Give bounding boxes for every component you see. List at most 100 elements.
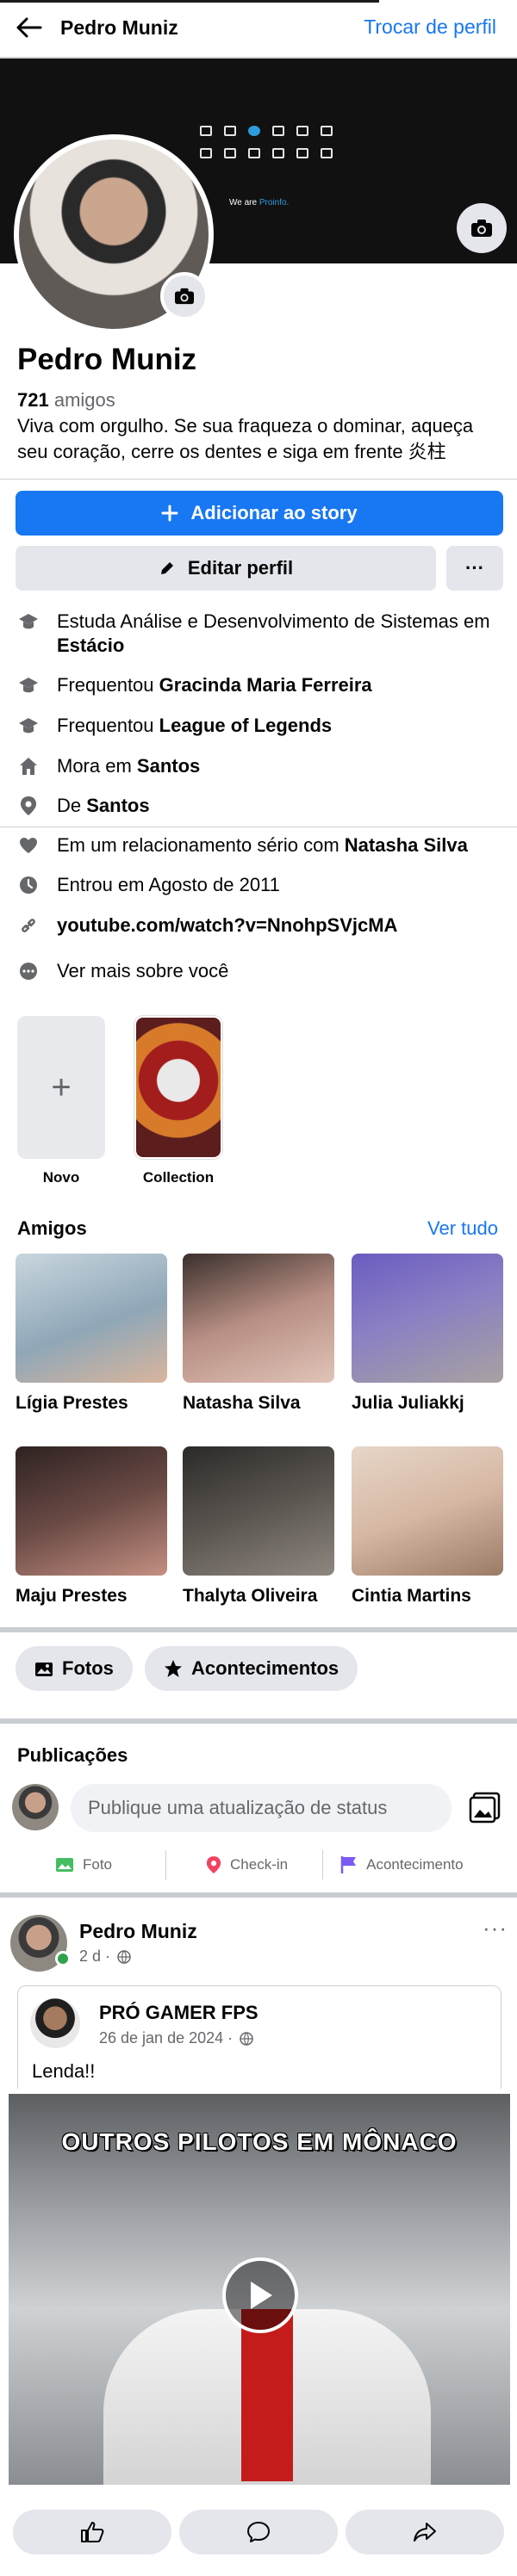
flag-icon <box>340 1856 357 1873</box>
shared-author[interactable]: PRÓ GAMER FPS <box>99 2002 258 2024</box>
checkin-action[interactable]: Check-in <box>206 1855 288 1874</box>
shared-post[interactable]: PRÓ GAMER FPS 26 de jan de 2024 · Lenda!… <box>17 1985 501 2089</box>
share-button[interactable] <box>346 2510 505 2554</box>
profile-name: Pedro Muniz <box>17 343 197 376</box>
friend-photo <box>16 1446 167 1576</box>
share-arrow-icon <box>414 2523 437 2542</box>
friend-card[interactable]: Julia Juliakkj <box>352 1254 503 1414</box>
publications-title: Publicações <box>17 1744 128 1766</box>
detail-text: Em um relacionamento sério com Natasha S… <box>57 834 468 856</box>
reaction-bar <box>0 2502 517 2562</box>
see-more-about-you[interactable]: Ver mais sobre você <box>17 959 508 983</box>
highlight-label: Novo <box>42 1169 80 1186</box>
bio-divider <box>0 479 517 480</box>
globe-icon <box>240 2031 253 2046</box>
section-separator <box>0 1627 517 1632</box>
post-author[interactable]: Pedro Muniz <box>79 1920 197 1943</box>
detail-text: Mora em Santos <box>57 755 201 777</box>
detail-text: Frequentou League of Legends <box>57 715 333 736</box>
top-bar: Pedro Muniz Trocar de perfil <box>0 0 517 55</box>
shared-author-avatar <box>30 1998 80 2048</box>
photo-icon <box>56 1858 73 1872</box>
friend-card[interactable]: Natasha Silva <box>183 1254 334 1414</box>
back-arrow-icon[interactable] <box>14 12 45 43</box>
add-highlight-icon: + <box>17 1016 105 1159</box>
see-all-friends-link[interactable]: Ver tudo <box>427 1217 498 1240</box>
friend-photo <box>183 1254 334 1383</box>
friend-photo <box>352 1254 503 1383</box>
detail-education-2[interactable]: Frequentou Gracinda Maria Ferreira <box>17 673 508 697</box>
detail-from[interactable]: De Santos <box>17 794 508 818</box>
highlight-new[interactable]: + Novo <box>17 1016 105 1186</box>
switch-profile-link[interactable]: Trocar de perfil <box>364 15 496 39</box>
thumbs-up-icon <box>80 2522 104 2542</box>
detail-text: Frequentou Gracinda Maria Ferreira <box>57 674 372 696</box>
cover-tagline: We are Proinfo. <box>229 198 290 207</box>
clock-icon <box>17 874 40 896</box>
event-action[interactable]: Acontecimento <box>340 1855 464 1874</box>
friend-name: Thalyta Oliveira <box>183 1586 318 1606</box>
location-pin-icon <box>17 795 40 817</box>
detail-joined: Entrou em Agosto de 2011 <box>17 873 508 897</box>
shared-time: 26 de jan de 2024 · <box>99 2029 253 2047</box>
friend-card[interactable]: Maju Prestes <box>16 1446 167 1607</box>
detail-relationship[interactable]: Em um relacionamento sério com Natasha S… <box>17 833 508 858</box>
action-separator <box>165 1850 167 1879</box>
heart-icon <box>17 834 40 857</box>
avatar-camera-icon[interactable] <box>160 272 209 320</box>
more-circle-icon <box>17 960 40 982</box>
edit-profile-button[interactable]: Editar perfil <box>16 546 436 591</box>
graduation-cap-icon <box>17 610 40 633</box>
friends-title: Amigos <box>17 1217 87 1239</box>
play-icon[interactable] <box>222 2257 298 2333</box>
highlight-collection[interactable]: Collection <box>134 1016 222 1186</box>
friend-card[interactable]: Cintia Martins <box>352 1446 503 1607</box>
friend-name: Cintia Martins <box>352 1586 471 1606</box>
photo-gallery-icon[interactable] <box>469 1791 501 1824</box>
detail-education-1[interactable]: Estuda Análise e Desenvolvimento de Sist… <box>17 610 508 658</box>
home-icon <box>17 755 40 777</box>
friend-photo <box>352 1446 503 1576</box>
star-icon <box>165 1660 182 1677</box>
online-status-dot <box>55 1951 71 1966</box>
detail-text: Estuda Análise e Desenvolvimento de Sist… <box>57 610 490 656</box>
friend-card[interactable]: Lígia Prestes <box>16 1254 167 1414</box>
cover-camera-icon[interactable] <box>457 203 507 253</box>
graduation-cap-icon <box>17 715 40 737</box>
events-chip[interactable]: Acontecimentos <box>145 1646 358 1691</box>
comment-icon <box>246 2522 270 2542</box>
post-video[interactable]: OUTROS PILOTOS EM MÔNACO <box>9 2094 510 2485</box>
video-frame-detail <box>241 2309 293 2481</box>
detail-text: Ver mais sobre você <box>57 960 229 981</box>
cover-icons <box>200 126 341 158</box>
photo-action[interactable]: Foto <box>55 1856 112 1873</box>
section-separator <box>0 1718 517 1724</box>
status-input[interactable]: Publique uma atualização de status <box>71 1784 452 1832</box>
section-separator <box>0 1892 517 1898</box>
detail-education-3[interactable]: Frequentou League of Legends <box>17 714 508 738</box>
avatar <box>12 1784 59 1830</box>
composer-actions: Foto Check-in Acontecimento <box>0 1848 517 1882</box>
profile-more-button[interactable]: ··· <box>446 546 503 591</box>
detail-lives-in[interactable]: Mora em Santos <box>17 754 508 778</box>
globe-icon <box>117 1949 131 1964</box>
profile-picture[interactable] <box>14 134 214 334</box>
header-title: Pedro Muniz <box>60 15 178 39</box>
detail-link[interactable]: youtube.com/watch?v=NnohpSVjcMA <box>17 913 508 938</box>
friend-card[interactable]: Thalyta Oliveira <box>183 1446 334 1607</box>
friend-name: Lígia Prestes <box>16 1393 128 1413</box>
detail-text: De Santos <box>57 795 150 816</box>
add-story-button[interactable]: Adicionar ao story <box>16 491 503 536</box>
comment-button[interactable] <box>178 2510 338 2554</box>
pencil-icon <box>160 562 173 574</box>
photos-chip[interactable]: Fotos <box>16 1646 133 1691</box>
friend-name: Maju Prestes <box>16 1586 128 1606</box>
friend-name: Julia Juliakkj <box>352 1393 464 1413</box>
like-button[interactable] <box>12 2510 171 2554</box>
friends-count[interactable]: 721 amigos <box>17 389 115 412</box>
friend-photo <box>16 1254 167 1383</box>
plus-icon <box>161 505 178 522</box>
graduation-cap-icon <box>17 674 40 697</box>
post-options-button[interactable]: ··· <box>483 1915 508 1941</box>
post-time: 2 d · <box>79 1947 131 1966</box>
